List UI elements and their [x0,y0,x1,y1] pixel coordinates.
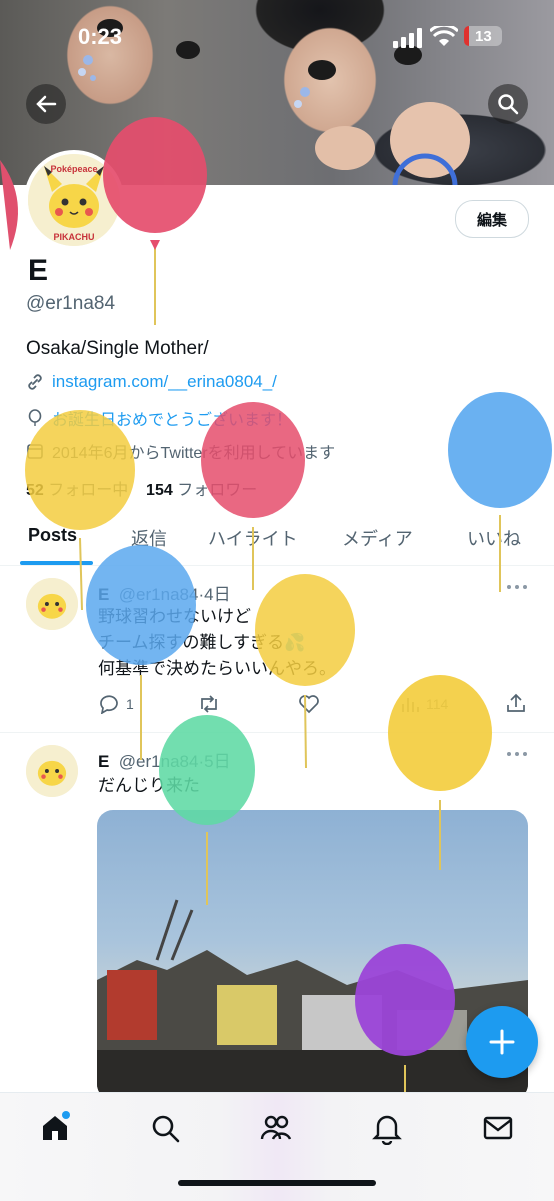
like-button[interactable] [298,694,320,714]
reply-icon [100,695,118,714]
pikachu-avatar-image: Poképeace PIKACHU [28,154,120,246]
joined-text: 2014年6月からTwitterを利用しています [52,445,336,462]
calendar-icon [27,444,43,459]
balloon-icon [28,409,42,426]
profile-link-row: instagram.com/__erina0804_/ [26,372,277,392]
wifi-icon [430,26,458,46]
joined-row: 2014年6月からTwitterを利用しています [26,439,335,463]
followers-link[interactable]: 154 フォロワー [146,482,257,499]
post-avatar[interactable] [26,745,78,797]
mail-icon[interactable] [481,1111,515,1145]
festival-photo [97,899,528,1100]
post-author-name: E [98,585,110,604]
battery-icon: 13 [464,26,502,46]
profile-link[interactable]: instagram.com/__erina0804_/ [52,372,277,392]
post-media-photo[interactable] [97,810,528,1100]
home-icon[interactable] [38,1111,72,1145]
link-icon [28,374,42,390]
retweet-button[interactable] [197,694,221,714]
bell-icon[interactable] [370,1111,404,1145]
follow-stats: 52 フォロー中 154 フォロワー [26,476,257,500]
post-author-handle: @er1na84 [118,752,199,771]
compose-button[interactable] [466,1006,538,1078]
birthday-row: お誕生日おめでとうございます！ [26,406,292,430]
more-icon[interactable] [506,584,528,590]
back-arrow-icon [36,95,57,113]
search-button[interactable] [488,84,528,124]
pikachu-avatar-image [26,578,78,630]
post-header: E @er1na84·4日 [98,585,231,604]
following-label: フォロー中 [48,482,129,499]
plus-icon [489,1029,515,1055]
like-icon [299,695,319,714]
post-author-handle: @er1na84 [118,585,199,604]
following-link[interactable]: 52 フォロー中 [26,482,128,499]
following-count: 52 [26,482,44,499]
post-1[interactable]: E @er1na84·4日 野球習わせないけど チーム探すの難しすぎる💦 何基準… [0,566,554,732]
birthday-text: お誕生日おめでとうございます！ [52,412,293,429]
share-button[interactable] [505,692,527,714]
signal-icon [393,28,422,48]
profile-bio: Osaka/Single Mother/ [26,338,209,359]
post-time: 5日 [204,752,231,771]
avatar-text-bottom: PIKACHU [53,232,94,242]
post-text: だんじり来た [98,776,200,795]
retweet-icon [201,695,217,713]
post-header: E @er1na84·5日 [98,752,231,771]
explore-icon[interactable] [148,1111,182,1145]
profile-avatar[interactable]: Poképeace PIKACHU [24,150,124,250]
views-icon [402,698,419,712]
communities-icon[interactable] [259,1111,293,1145]
pikachu-avatar-image [26,745,78,797]
tab-replies[interactable]: 返信 [131,525,167,551]
share-icon [507,693,525,712]
post-time: 4日 [204,585,231,604]
status-bar: 0:23 13 [0,0,554,80]
reply-button[interactable]: 1 [98,694,134,714]
active-tab-indicator [20,561,93,565]
followers-label: フォロワー [177,482,258,499]
followers-count: 154 [146,482,173,499]
reply-count: 1 [126,696,134,712]
tab-media[interactable]: メディア [342,525,413,551]
views-count: 114 [426,696,449,712]
battery-level: 13 [475,27,492,45]
profile-name: E [28,254,49,287]
avatar-text-top: Poképeace [50,164,97,174]
tab-highlights[interactable]: ハイライト [208,525,298,551]
profile-handle: @er1na84 [26,293,116,314]
post-author-name: E [98,752,110,771]
search-icon [498,94,519,115]
tab-likes[interactable]: いいね [467,525,521,551]
status-time: 0:23 [78,24,123,49]
tab-posts[interactable]: Posts [28,525,77,546]
more-icon[interactable] [506,751,528,757]
back-button[interactable] [26,84,66,124]
post-avatar[interactable] [26,578,78,630]
profile-tabs: Posts 返信 ハイライト メディア いいね [0,515,554,566]
post-text: 野球習わせないけど チーム探すの難しすぎる💦 何基準で決めたらいいんやろ。 [98,607,336,678]
home-indicator[interactable] [178,1180,376,1186]
views-button[interactable]: 114 [400,694,448,714]
edit-profile-button[interactable]: 編集 [455,200,529,238]
